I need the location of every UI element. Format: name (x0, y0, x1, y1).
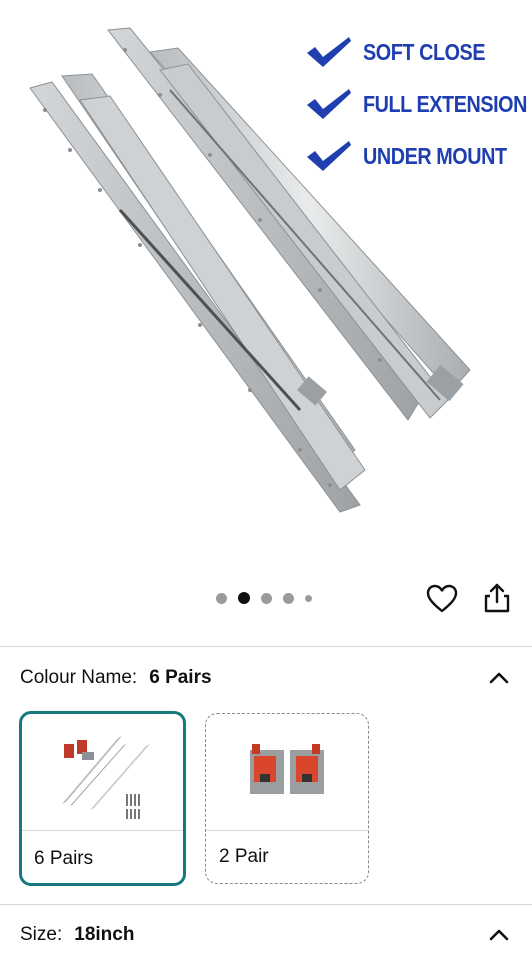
option-thumbnail (250, 744, 324, 794)
carousel-dot[interactable] (261, 592, 272, 604)
feature-list: SOFT CLOSE FULL EXTENSION UNDER MOUNT (305, 26, 532, 182)
chevron-up-icon[interactable] (488, 669, 510, 685)
product-image[interactable]: SOFT CLOSE FULL EXTENSION UNDER MOUNT (0, 0, 532, 580)
feature-under-mount: UNDER MOUNT (305, 130, 532, 182)
option-thumbnail (62, 736, 150, 819)
option-label: 6 Pairs (34, 848, 94, 869)
check-icon (307, 37, 351, 67)
feature-soft-close: SOFT CLOSE (305, 26, 532, 78)
check-icon (307, 89, 351, 119)
colour-label: Colour Name: (20, 667, 138, 688)
carousel-dot[interactable] (283, 592, 294, 604)
heart-icon[interactable] (426, 584, 458, 614)
feature-text: FULL EXTENSION (363, 90, 527, 117)
option-divider (22, 830, 183, 831)
colour-option-6-pairs[interactable]: 6 Pairs (19, 711, 186, 886)
feature-text: SOFT CLOSE (363, 38, 486, 65)
carousel-dot-active[interactable] (238, 592, 250, 604)
colour-value: 6 Pairs (149, 667, 212, 688)
size-value: 18inch (74, 924, 135, 945)
carousel-indicator[interactable] (216, 592, 312, 604)
carousel-dot[interactable] (216, 592, 227, 604)
feature-text: UNDER MOUNT (363, 142, 507, 169)
option-divider (206, 830, 368, 831)
share-icon[interactable] (482, 582, 512, 614)
feature-full-extension: FULL EXTENSION (305, 78, 532, 130)
colour-selector-header[interactable]: Colour Name: 6 Pairs (20, 663, 512, 693)
chevron-up-icon[interactable] (488, 926, 510, 942)
size-selector-header[interactable]: Size: 18inch (20, 920, 512, 950)
divider (0, 904, 532, 905)
divider (0, 646, 532, 647)
check-icon (307, 141, 351, 171)
colour-option-2-pair[interactable]: 2 Pair (205, 713, 369, 884)
size-label: Size: (20, 924, 63, 945)
option-label: 2 Pair (219, 846, 269, 867)
carousel-dot[interactable] (305, 594, 312, 602)
